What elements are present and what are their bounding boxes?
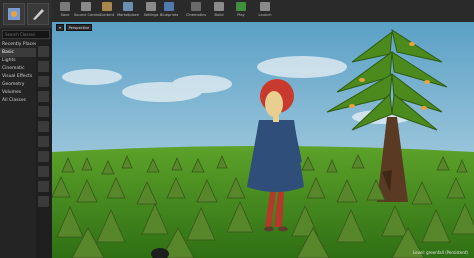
toolbar-button-label: Play — [237, 13, 245, 17]
toolbar-button-label: Save — [60, 13, 70, 17]
launch-icon — [260, 2, 270, 11]
cylinder-icon[interactable] — [38, 181, 49, 192]
settings-icon — [146, 2, 156, 11]
main-toolbar: Save Source Control Content Marketplace Sett… — [52, 0, 474, 23]
play-button[interactable]: Play — [232, 1, 250, 21]
player-start-icon[interactable] — [38, 106, 49, 117]
source-control-button[interactable]: Source Control — [74, 1, 101, 21]
blueprints-button[interactable]: Blueprints — [160, 1, 178, 21]
source-control-icon — [81, 2, 91, 11]
toolbar-button-label: Source Control — [74, 13, 101, 17]
marketplace-icon — [123, 2, 133, 11]
cube-trigger-icon[interactable] — [38, 121, 49, 132]
view-mode-button[interactable]: Perspective — [66, 24, 92, 31]
settings-button[interactable]: Settings — [142, 1, 160, 21]
sphere-trigger-icon[interactable] — [38, 136, 49, 147]
build-button[interactable]: Build — [210, 1, 228, 21]
brush-icon — [33, 9, 44, 20]
save-icon — [60, 2, 70, 11]
cone-icon[interactable] — [38, 196, 49, 207]
build-icon — [214, 2, 224, 11]
pawn-icon[interactable] — [38, 76, 49, 87]
viewport-options-button[interactable]: ▾ — [56, 24, 64, 31]
toolbar-button-label: Launch — [258, 13, 272, 17]
content-icon — [102, 2, 112, 11]
toolbar-button-label: Marketplace — [116, 13, 140, 17]
mode-tabs — [0, 0, 52, 28]
launch-button[interactable]: Launch — [256, 1, 274, 21]
level-viewport[interactable]: ▾ Perspective Level: greenfall (Persiste… — [52, 22, 474, 258]
cube-icon[interactable] — [38, 151, 49, 162]
point-light-icon[interactable] — [38, 91, 49, 102]
toolbar-button-label: Blueprints — [160, 13, 179, 17]
blueprints-icon — [164, 2, 174, 11]
placeable-icons-column — [36, 40, 52, 258]
play-icon — [236, 2, 246, 11]
toolbar-button-label: Build — [214, 13, 224, 17]
search-classes-input[interactable]: Search Classes — [2, 30, 50, 39]
category-item[interactable]: All Classes — [0, 96, 36, 105]
paint-mode-tab[interactable] — [27, 3, 49, 25]
modes-panel: Search Classes Recently Placed Basic Light… — [0, 0, 52, 258]
save-button[interactable]: Save — [56, 1, 74, 21]
toolbar-button-label: Content — [99, 13, 115, 17]
scene-render — [52, 22, 474, 258]
toolbar-button-label: Cinematics — [186, 13, 206, 17]
marketplace-button[interactable]: Marketplace — [116, 1, 140, 21]
cinematics-icon — [191, 2, 201, 11]
content-button[interactable]: Content — [98, 1, 116, 21]
toolbar-button-label: Settings — [143, 13, 159, 17]
cinematics-button[interactable]: Cinematics — [184, 1, 208, 21]
place-mode-tab[interactable] — [3, 3, 25, 25]
place-mode-icon — [8, 8, 20, 20]
sphere-icon[interactable] — [38, 166, 49, 177]
empty-actor-icon[interactable] — [38, 46, 49, 57]
level-label: Level: greenfall (Persistent) — [413, 250, 468, 255]
character-icon[interactable] — [38, 61, 49, 72]
